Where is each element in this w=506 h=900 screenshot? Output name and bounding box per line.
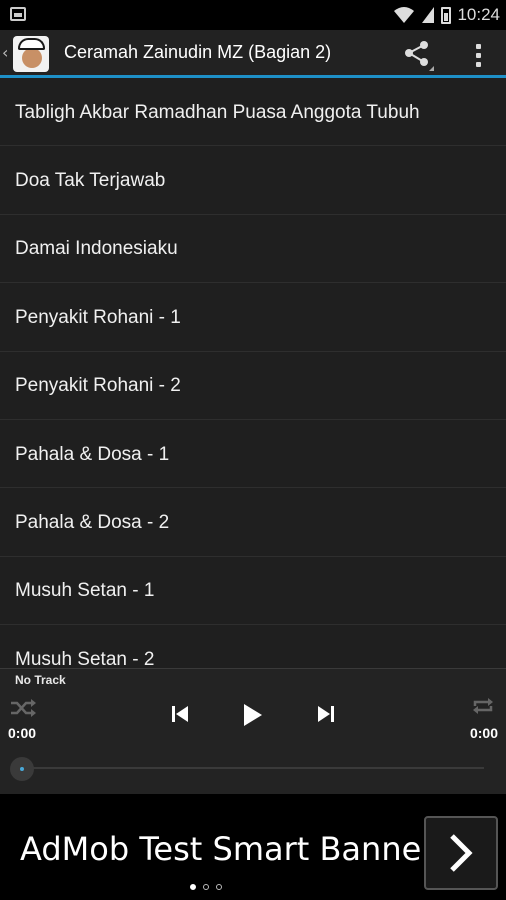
pager-dot [203,884,209,890]
ad-banner[interactable]: AdMob Test Smart Banner [0,806,506,900]
list-item-label: Pahala & Dosa - 1 [15,443,170,465]
repeat-icon[interactable] [472,697,494,715]
list-item-label: Doa Tak Terjawab [15,170,166,192]
elapsed-time: 0:00 [8,725,37,741]
list-item-label: Penyakit Rohani - 2 [15,375,181,397]
total-time: 0:00 [469,725,498,741]
seek-bar[interactable] [22,767,484,769]
list-item-label: Pahala & Dosa - 2 [15,512,170,534]
ad-pager [190,884,222,890]
shuffle-icon[interactable] [10,699,36,717]
cell-signal-icon [422,7,435,23]
list-item[interactable]: Pahala & Dosa - 1 [0,420,506,489]
chevron-right-icon [450,834,473,872]
status-time: 10:24 [457,5,500,24]
list-item[interactable]: Damai Indonesiaku [0,215,506,284]
ad-text: AdMob Test Smart Banner [20,830,435,868]
list-item-label: Penyakit Rohani - 1 [15,306,181,328]
status-bar: 10:24 [0,0,506,30]
next-icon[interactable] [316,705,336,723]
list-item[interactable]: Tabligh Akbar Ramadhan Puasa Anggota Tub… [0,78,506,147]
battery-icon [441,6,452,24]
previous-icon[interactable] [170,705,190,723]
play-icon[interactable] [240,703,264,727]
list-item-label: Musuh Setan - 1 [15,580,155,602]
app-logo[interactable] [13,36,49,72]
page-title: Ceramah Zainudin MZ (Bagian 2) [64,42,332,62]
pager-dot [190,884,196,890]
list-item-label: Tabligh Akbar Ramadhan Puasa Anggota Tub… [15,101,420,123]
list-item[interactable]: Musuh Setan - 1 [0,557,506,626]
list-item[interactable]: Musuh Setan - 2 [0,625,506,668]
list-item[interactable]: Penyakit Rohani - 1 [0,283,506,352]
track-title: No Track [15,673,66,687]
up-navigation-icon[interactable]: ‹ [2,43,8,62]
notification-image-icon [10,7,26,21]
seek-thumb[interactable] [10,757,34,781]
lecture-list: Tabligh Akbar Ramadhan Puasa Anggota Tub… [0,78,506,668]
share-icon[interactable] [400,38,436,72]
pager-dot [216,884,222,890]
overflow-menu-icon[interactable] [466,38,490,72]
media-player: No Track 0:00 0:00 [0,668,506,794]
wifi-icon [394,7,415,23]
list-item[interactable]: Pahala & Dosa - 2 [0,488,506,557]
list-item[interactable]: Doa Tak Terjawab [0,146,506,215]
ad-open-button[interactable] [424,816,498,890]
list-item-label: Damai Indonesiaku [15,238,178,260]
list-item[interactable]: Penyakit Rohani - 2 [0,352,506,420]
action-bar: ‹ Ceramah Zainudin MZ (Bagian 2) [0,30,506,78]
list-item-label: Musuh Setan - 2 [15,648,155,668]
